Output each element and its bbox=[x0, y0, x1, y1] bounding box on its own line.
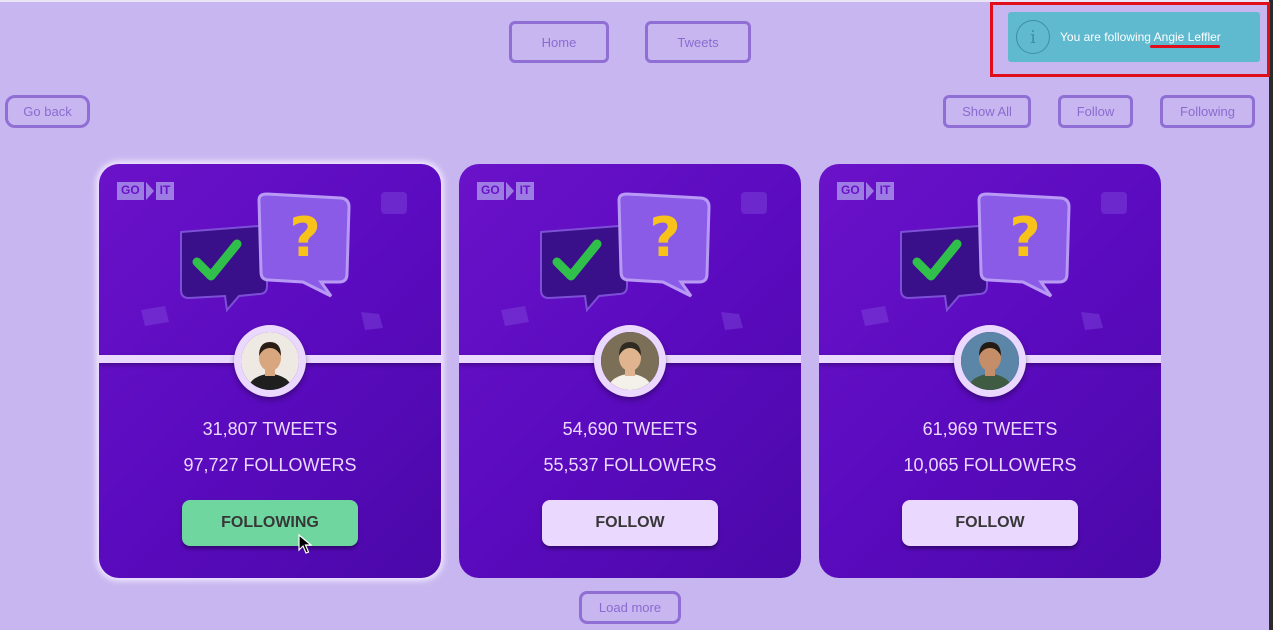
following-button[interactable]: FOLLOWING bbox=[182, 500, 358, 546]
follow-toast: i You are following Angie Leffler bbox=[1008, 12, 1260, 62]
chat-bubble-check-icon bbox=[900, 224, 988, 313]
avatar bbox=[234, 325, 306, 397]
user-card: GO IT ? 31,807 TWEETS 97,727 FOLLOWERS F… bbox=[99, 164, 441, 578]
right-edge-bar bbox=[1269, 0, 1273, 630]
follow-filter-button[interactable]: Follow bbox=[1058, 95, 1133, 128]
user-card: GO IT ? 61,969 TWEETS 10,065 FOLLOWERS F… bbox=[819, 164, 1161, 578]
home-nav-button[interactable]: Home bbox=[509, 21, 609, 63]
toast-name-underline bbox=[1150, 45, 1220, 48]
avatar bbox=[954, 325, 1026, 397]
chat-bubble-question-icon: ? bbox=[257, 192, 351, 298]
toast-message: You are following Angie Leffler bbox=[1060, 30, 1221, 44]
svg-text:?: ? bbox=[1009, 206, 1040, 269]
avatar-image bbox=[961, 332, 1019, 390]
show-all-filter-button[interactable]: Show All bbox=[943, 95, 1031, 128]
following-filter-button[interactable]: Following bbox=[1160, 95, 1255, 128]
avatar bbox=[594, 325, 666, 397]
tweets-count: 31,807 TWEETS bbox=[202, 419, 338, 439]
card-illustration: ? bbox=[141, 192, 407, 330]
followers-count: 10,065 FOLLOWERS bbox=[903, 455, 1077, 475]
tweets-count: 61,969 TWEETS bbox=[922, 419, 1058, 439]
chat-bubble-question-icon: ? bbox=[977, 192, 1071, 298]
avatar-image bbox=[601, 332, 659, 390]
tweets-count: 54,690 TWEETS bbox=[562, 419, 698, 439]
card-illustration: ? bbox=[861, 192, 1127, 330]
user-avatar-icon bbox=[961, 332, 1019, 390]
toast-message-prefix: You are following bbox=[1060, 30, 1154, 44]
svg-text:?: ? bbox=[289, 206, 320, 269]
followers-count: 97,727 FOLLOWERS bbox=[183, 455, 357, 475]
chat-bubble-check-icon bbox=[540, 224, 628, 313]
chat-bubble-check-icon bbox=[180, 224, 268, 313]
svg-text:?: ? bbox=[649, 206, 680, 269]
user-card: GO IT ? 54,690 TWEETS 55,537 FOLLOWERS F… bbox=[459, 164, 801, 578]
toast-user-name: Angie Leffler bbox=[1153, 30, 1221, 44]
followers-count: 55,537 FOLLOWERS bbox=[543, 455, 717, 475]
user-avatar-icon bbox=[241, 332, 299, 390]
chat-bubble-question-icon: ? bbox=[617, 192, 711, 298]
tweets-nav-button[interactable]: Tweets bbox=[645, 21, 751, 63]
user-avatar-icon bbox=[601, 332, 659, 390]
mouse-cursor-icon bbox=[298, 534, 312, 554]
load-more-button[interactable]: Load more bbox=[579, 591, 681, 624]
avatar-image bbox=[241, 332, 299, 390]
follow-button[interactable]: FOLLOW bbox=[902, 500, 1078, 546]
follow-button[interactable]: FOLLOW bbox=[542, 500, 718, 546]
card-illustration: ? bbox=[501, 192, 767, 330]
info-icon: i bbox=[1016, 20, 1050, 54]
go-back-button[interactable]: Go back bbox=[5, 95, 90, 128]
